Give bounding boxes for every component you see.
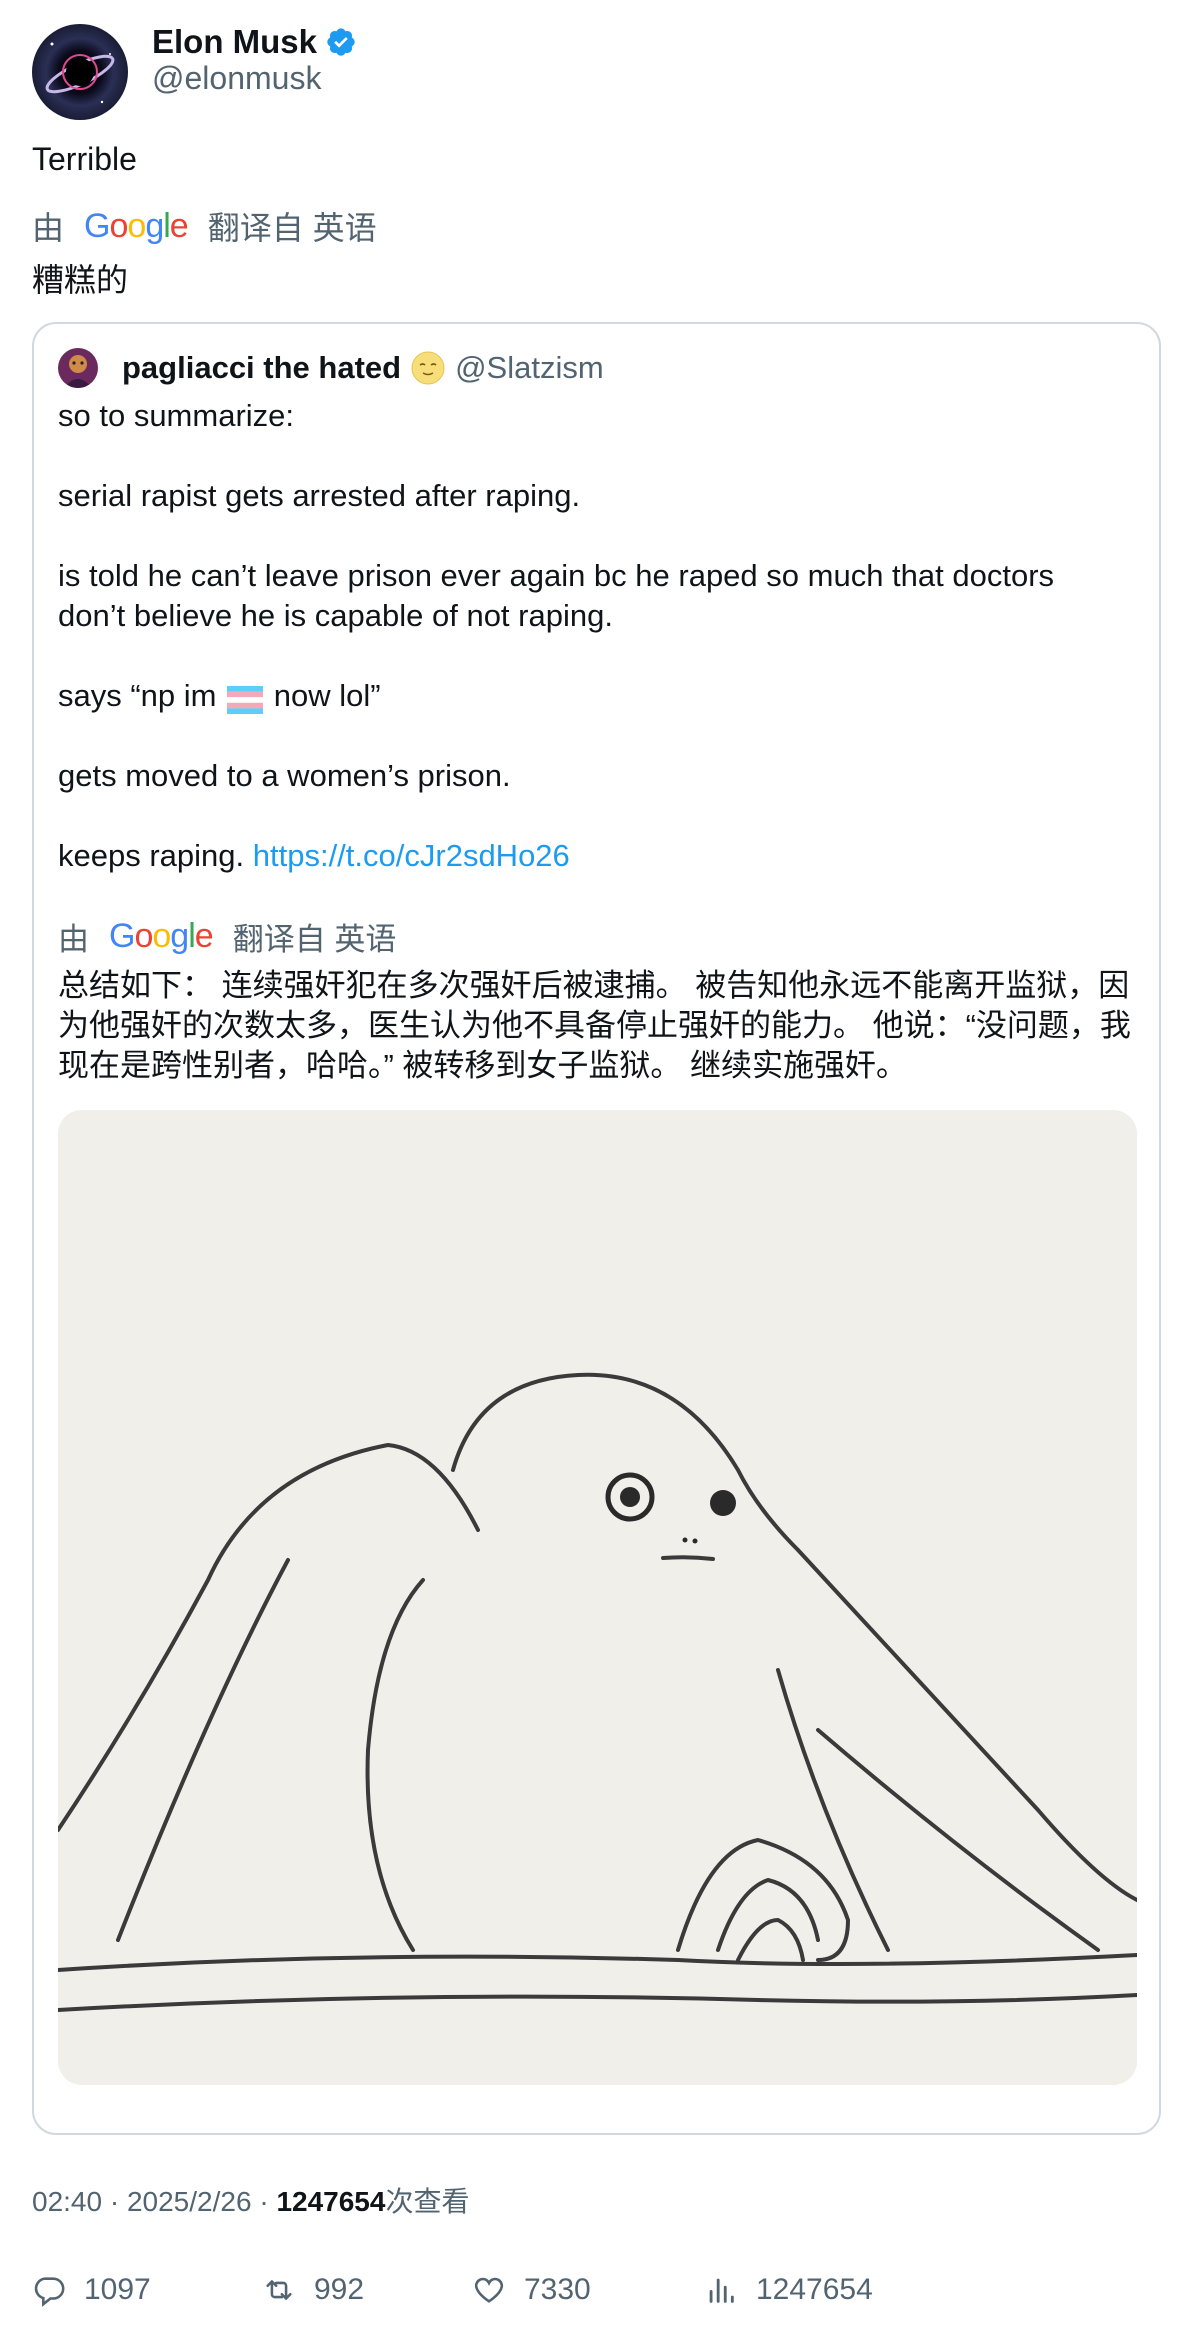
quote-name-row: pagliacci the hated @Slatzism [122, 344, 604, 392]
author-handle[interactable]: @elonmusk [152, 60, 321, 97]
quote-text-line: gets moved to a women’s prison. [58, 758, 511, 793]
quote-media-image[interactable] [58, 1110, 1137, 2085]
tweet-meta: 02:40 · 2025/2/26 · 1247654次查看 [32, 2180, 469, 2220]
views-count: 1247654 [756, 2273, 873, 2306]
quote-translated-text: 总结如下： 连续强奸犯在多次强奸后被逮捕。 被告知他永远不能离开监狱，因为他强奸… [58, 968, 1131, 1083]
quote-text-line: serial rapist gets arrested after raping… [58, 478, 581, 513]
quote-text-part: keeps raping. [58, 838, 245, 873]
translation-attribution: 由 Google 翻译自 英语 [32, 204, 377, 248]
translated-text: 糟糕的 [32, 262, 129, 298]
bar-chart-icon [709, 2278, 734, 2303]
quote-author-handle[interactable]: @Slatzism [455, 350, 604, 386]
reply-button[interactable]: 1097 [32, 2265, 151, 2315]
quote-tweet-card[interactable]: pagliacci the hated @Slatzism so to summ… [32, 322, 1161, 2135]
reply-icon [34, 2277, 65, 2307]
quote-text-line: is told he can’t leave prison ever again… [58, 558, 1055, 593]
author-name-row: Elon Musk [152, 20, 357, 64]
quote-text-part: says “np im [58, 678, 217, 713]
like-count: 7330 [524, 2273, 591, 2306]
retweet-button[interactable]: 992 [262, 2265, 364, 2315]
reply-count: 1097 [84, 2273, 151, 2306]
google-logo-icon: Google [109, 916, 214, 955]
author-name[interactable]: Elon Musk [152, 23, 317, 61]
verified-badge-icon [325, 26, 357, 58]
translation-prefix: 由 [58, 921, 89, 957]
tweet-date[interactable]: 2025/2/26 [127, 2186, 252, 2217]
quote-translation-attribution: 由 Google 翻译自 英语 [58, 914, 396, 958]
quote-text-line: don’t believe he is capable of not rapin… [58, 598, 613, 633]
author-avatar[interactable] [32, 24, 128, 120]
quote-text-part: now lol” [273, 678, 381, 713]
heart-icon [474, 2277, 504, 2303]
quote-link[interactable]: https://t.co/cJr2sdHo26 [253, 838, 570, 873]
moon-face-emoji-icon [411, 351, 445, 385]
quote-author-avatar[interactable] [58, 348, 98, 388]
google-logo-icon: Google [84, 206, 189, 245]
quote-text-line-link: keeps raping. https://t.co/cJr2sdHo26 [58, 836, 570, 876]
view-label: 次查看 [385, 2186, 470, 2217]
retweet-icon [266, 2280, 292, 2300]
translation-suffix: 翻译自 英语 [232, 921, 397, 957]
translation-suffix: 翻译自 英语 [207, 210, 377, 246]
tweet-time[interactable]: 02:40 [32, 2186, 102, 2217]
transgender-flag-icon [226, 684, 264, 714]
tweet-actions: 1097 992 7330 1247654 [32, 2265, 1162, 2315]
like-button[interactable]: 7330 [472, 2265, 591, 2315]
meta-separator: · [259, 2186, 269, 2217]
translation-prefix: 由 [32, 210, 65, 246]
retweet-count: 992 [314, 2273, 365, 2306]
quote-text-line: so to summarize: [58, 398, 295, 433]
view-count: 1247654 [276, 2186, 386, 2217]
quote-author-name[interactable]: pagliacci the hated [122, 350, 401, 386]
views-button[interactable]: 1247654 [704, 2265, 873, 2315]
quote-text-line-flag: says “np im now lol” [58, 676, 381, 716]
meta-separator: · [109, 2186, 120, 2217]
tweet-text: Terrible [32, 141, 137, 177]
